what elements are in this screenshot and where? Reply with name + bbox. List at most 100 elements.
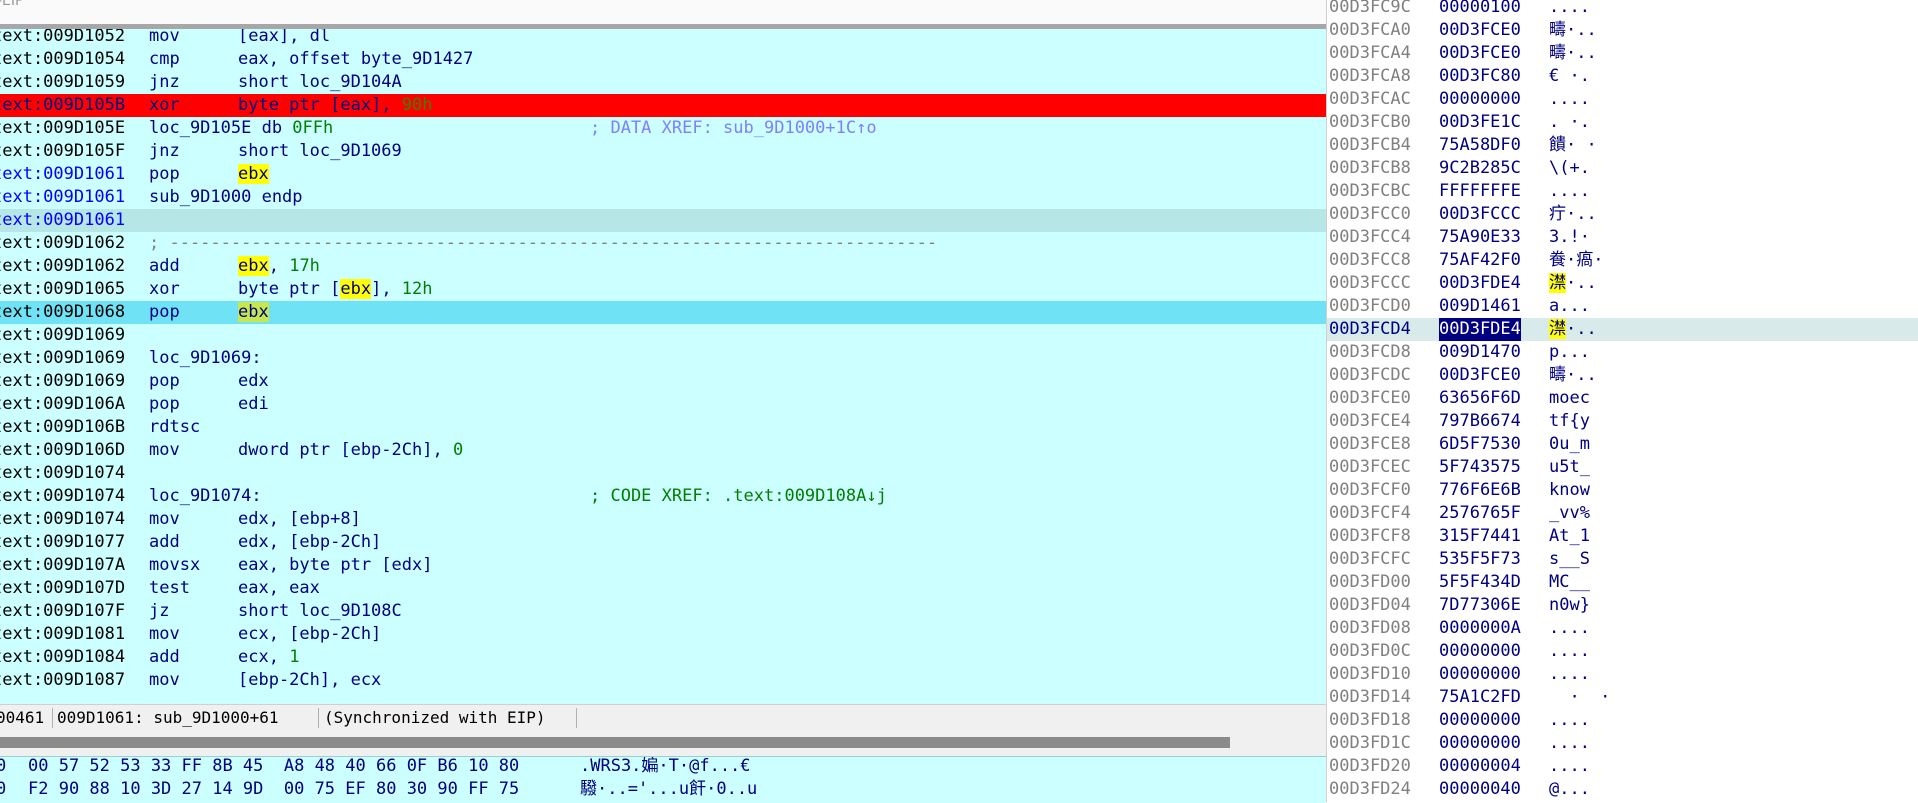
xref-comment[interactable]: ; CODE XREF: .text:009D108A↓j [590,485,887,508]
stack-value[interactable]: 00D3FDE4 [1439,318,1521,341]
code-line[interactable]: text:009D1069 pop edx [0,370,1326,393]
stack-value[interactable]: 6D5F7530 [1439,433,1521,456]
stack-value[interactable]: 00000100 [1439,0,1521,19]
stack-value[interactable]: 315F7441 [1439,525,1521,548]
stack-value[interactable]: 00D3FCE0 [1439,364,1521,387]
code-line[interactable]: text:009D105E loc_9D105E db 0FFh ; DATA XR… [0,117,1326,140]
code-line[interactable]: text:009D1074 [0,462,1326,485]
stack-row[interactable]: 00D3FCCC 00D3FDE4 澿·.. [1327,272,1918,295]
stack-value[interactable]: 5F5F434D [1439,571,1521,594]
register-highlight[interactable]: ebx [238,256,269,276]
stack-row[interactable]: 00D3FD18 00000000.... [1327,709,1918,732]
stack-value[interactable]: 00D3FCE0 [1439,19,1521,42]
stack-row[interactable]: 00D3FCA0 00D3FCE0 疇·.. [1327,19,1918,42]
stack-row[interactable]: 00D3FD24 00000040 @... [1327,778,1918,801]
stack-row[interactable]: 00D3FCE4 797B6674 tf{y [1327,410,1918,433]
code-line[interactable]: text:009D106B rdtsc [0,416,1326,439]
stack-row[interactable]: 00D3FC9C 00000100.... [1327,0,1918,19]
stack-row[interactable]: 00D3FD1C 00000000.... [1327,732,1918,755]
stack-view[interactable]: 00D3FC9C 00000100.... 00D3FCA0 00D3FCE0 疇·..… [1326,0,1918,802]
stack-row[interactable]: 00D3FCD8 009D1470 p... [1327,341,1918,364]
stack-value[interactable]: 00D3FCE0 [1439,42,1521,65]
xref-comment[interactable]: ; DATA XREF: sub_9D1000+1C↑o [590,117,877,140]
code-line[interactable]: text:009D1074 loc_9D1074: ; CODE XREF: .te… [0,485,1326,508]
stack-value[interactable]: 00000040 [1439,778,1521,801]
code-line[interactable]: text:009D1084 add ecx, 1 [0,646,1326,669]
hex-dump-view[interactable]: 0 00 57 52 53 33 FF 8B 45 A8 48 40 66 0F … [0,756,1326,803]
code-line[interactable]: text:009D1061 pop ebx [0,163,1326,186]
stack-row[interactable]: 00D3FCD4 00D3FDE4 澿·.. [1327,318,1918,341]
disassembly-view[interactable]: -EIP text:009D1052mov[eax], dltext:009D1… [0,0,1326,756]
code-line[interactable]: text:009D1069 [0,324,1326,347]
code-line[interactable]: text:009D1087 mov [ebp-2Ch], ecx [0,669,1326,692]
register-highlight[interactable]: ebx [340,279,372,299]
code-line[interactable]: text:009D1062 add ebx, 17h [0,255,1326,278]
code-line[interactable]: text:009D1062 ; -------------------------… [0,232,1326,255]
stack-row[interactable]: 00D3FCD0 009D1461 a... [1327,295,1918,318]
stack-value[interactable]: 7D77306E [1439,594,1521,617]
stack-value[interactable]: 00D3FC80 [1439,65,1521,88]
code-line[interactable]: text:009D1061 sub_9D1000 endp [0,186,1326,209]
stack-row[interactable]: 00D3FCC4 75A90E33 3.!· [1327,226,1918,249]
stack-value[interactable]: 797B6674 [1439,410,1521,433]
code-line[interactable]: text:009D1069 loc_9D1069: [0,347,1326,370]
code-line[interactable]: text:009D105B xor byte ptr [eax], 90h [0,94,1326,117]
stack-row[interactable]: 00D3FD0C 00000000.... [1327,640,1918,663]
stack-row[interactable]: 00D3FD20 00000004.... [1327,755,1918,778]
code-line[interactable]: text:009D1074 mov edx, [ebp+8] [0,508,1326,531]
code-line[interactable]: text:009D1059 jnz short loc_9D104A [0,71,1326,94]
code-line[interactable]: text:009D106D mov dword ptr [ebp-2Ch], 0 [0,439,1326,462]
stack-row[interactable]: 00D3FD14 75A1C2FD · · [1327,686,1918,709]
stack-value[interactable]: 63656F6D [1439,387,1521,410]
stack-value[interactable]: 009D1470 [1439,341,1521,364]
stack-value[interactable]: 00D3FCCC [1439,203,1521,226]
stack-row[interactable]: 00D3FCC0 00D3FCCC 疔·.. [1327,203,1918,226]
stack-row[interactable]: 00D3FCFC 535F5F73 s__S [1327,548,1918,571]
stack-row[interactable]: 00D3FCE0 63656F6D moec [1327,387,1918,410]
register-highlight[interactable]: ebx [238,302,269,322]
code-line[interactable]: text:009D107F jz short loc_9D108C [0,600,1326,623]
stack-value[interactable]: 00000000 [1439,88,1521,111]
code-line[interactable]: text:009D106A pop edi [0,393,1326,416]
stack-row[interactable]: 00D3FCAC 00000000.... [1327,88,1918,111]
stack-row[interactable]: 00D3FCEC 5F743575 u5t_ [1327,456,1918,479]
stack-row[interactable]: 00D3FD00 5F5F434D MC__ [1327,571,1918,594]
stack-row[interactable]: 00D3FCF4 2576765F _vv% [1327,502,1918,525]
stack-row[interactable]: 00D3FCB8 9C2B285C \(+. [1327,157,1918,180]
horizontal-scrollbar[interactable] [0,730,1326,756]
stack-row[interactable]: 00D3FCB0 00D3FE1C . ·. [1327,111,1918,134]
code-line[interactable]: text:009D1077 add edx, [ebp-2Ch] [0,531,1326,554]
code-line[interactable]: text:009D1061 [0,209,1326,232]
stack-row[interactable]: 00D3FCDC 00D3FCE0 疇·.. [1327,364,1918,387]
register-highlight[interactable]: ebx [238,164,269,184]
stack-value[interactable]: 776F6E6B [1439,479,1521,502]
stack-row[interactable]: 00D3FCA8 00D3FC80 € ·. [1327,65,1918,88]
scrollbar-thumb[interactable] [0,737,1230,748]
stack-value[interactable]: 00000000 [1439,732,1521,755]
stack-row[interactable]: 00D3FCF0 776F6E6B know [1327,479,1918,502]
stack-row[interactable]: 00D3FD10 00000000.... [1327,663,1918,686]
stack-value[interactable]: 535F5F73 [1439,548,1521,571]
stack-row[interactable]: 00D3FCE8 6D5F7530 0u_m [1327,433,1918,456]
stack-value[interactable]: 00000000 [1439,640,1521,663]
stack-row[interactable]: 00D3FCA4 00D3FCE0 疇·.. [1327,42,1918,65]
code-line[interactable]: text:009D1081 mov ecx, [ebp-2Ch] [0,623,1326,646]
stack-row[interactable]: 00D3FCC8 75AF42F0 飬·瘑· [1327,249,1918,272]
stack-value[interactable]: 00D3FDE4 [1439,272,1521,295]
stack-value[interactable]: 75A90E33 [1439,226,1521,249]
stack-value[interactable]: 75A58DF0 [1439,134,1521,157]
stack-row[interactable]: 00D3FD08 0000000A.... [1327,617,1918,640]
stack-value[interactable]: 0000000A [1439,617,1521,640]
stack-value[interactable]: 5F743575 [1439,456,1521,479]
stack-value[interactable]: 2576765F [1439,502,1521,525]
code-line[interactable]: text:009D1068 pop ebx [0,301,1326,324]
code-line[interactable]: text:009D107A movsx eax, byte ptr [edx] [0,554,1326,577]
code-line[interactable]: text:009D1065 xor byte ptr [ebx], 12h [0,278,1326,301]
stack-row[interactable]: 00D3FCF8 315F7441 At_1 [1327,525,1918,548]
disassembly-listing[interactable]: text:009D1052 mov [eax], dl text:009D1054 cm… [0,29,1326,704]
code-line[interactable]: text:009D105F jnz short loc_9D1069 [0,140,1326,163]
stack-value[interactable]: 75A1C2FD [1439,686,1521,709]
code-line[interactable]: text:009D1052 mov [eax], dl [0,29,1326,48]
stack-value[interactable]: FFFFFFFE [1439,180,1521,203]
stack-row[interactable]: 00D3FCBC FFFFFFFE.... [1327,180,1918,203]
